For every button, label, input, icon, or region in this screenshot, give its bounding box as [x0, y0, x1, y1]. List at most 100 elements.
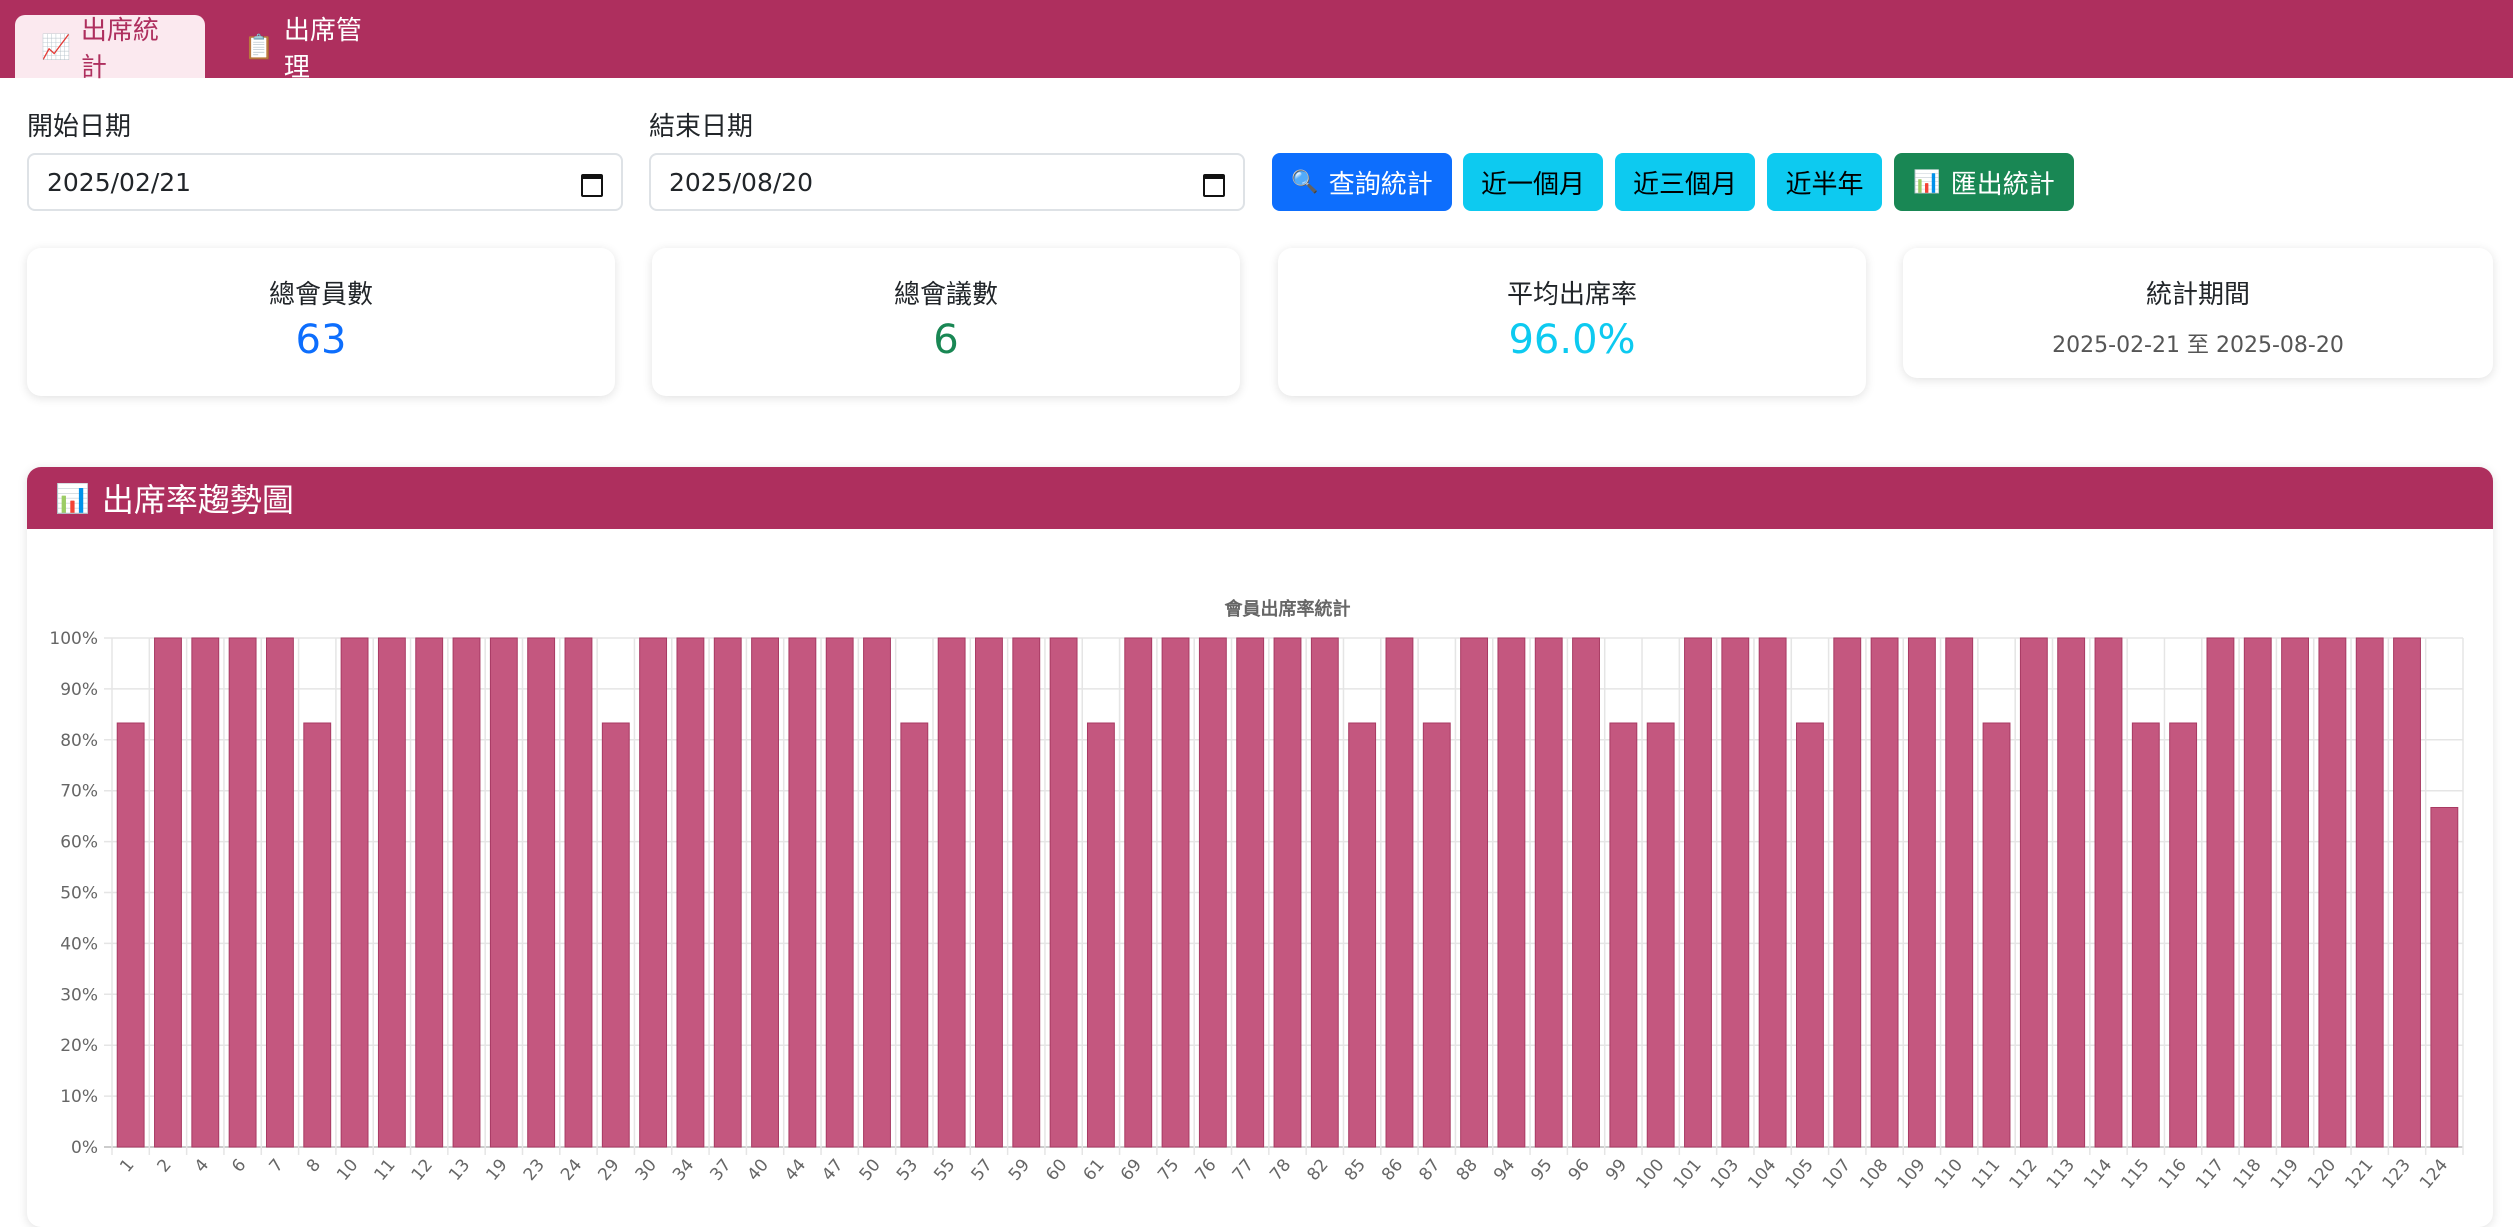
- x-tick-label: 118: [2229, 1155, 2265, 1193]
- x-tick-label: 105: [1782, 1155, 1818, 1193]
- chart-bar: [2430, 806, 2459, 1148]
- chart-bar: [713, 637, 742, 1148]
- chart-bar: [1460, 637, 1489, 1148]
- chart-bar: [1721, 637, 1750, 1148]
- export-stats-button[interactable]: 📊 匯出統計: [1894, 153, 2074, 211]
- attendance-bar-chart: 會員出席率統計 0% 10% 20% 30% 40% 50% 60% 70% 80% 90% 100%…: [49, 598, 2464, 1193]
- chart-bar: [1012, 637, 1041, 1148]
- chart-bar: [900, 722, 929, 1148]
- last-three-months-button[interactable]: 近三個月: [1615, 153, 1755, 211]
- x-tick-label: 96: [1565, 1155, 1594, 1184]
- chart-bar: [1534, 637, 1563, 1148]
- x-tick-label: 77: [1229, 1155, 1258, 1184]
- x-tick-label: 116: [2155, 1155, 2191, 1193]
- chart-bar: [1273, 637, 1302, 1148]
- top-nav-bar: 📈 出席統計 📋 出席管理: [0, 0, 2513, 83]
- x-tick-label: 44: [781, 1155, 810, 1184]
- y-tick-label: 10%: [60, 1087, 98, 1107]
- calendar-icon[interactable]: [1203, 171, 1225, 197]
- chart-bar: [825, 637, 854, 1148]
- x-tick-label: 109: [1894, 1155, 1930, 1193]
- x-tick-label: 11: [370, 1155, 399, 1184]
- x-tick-label: 123: [2379, 1155, 2415, 1193]
- x-tick-label: 30: [632, 1155, 661, 1184]
- x-tick-label: 29: [594, 1155, 623, 1184]
- chart-bar: [639, 637, 668, 1148]
- x-tick-label: 4: [191, 1155, 213, 1176]
- x-tick-label: 57: [968, 1155, 997, 1184]
- chart-bar: [2393, 637, 2421, 1148]
- x-tick-label: 108: [1856, 1155, 1892, 1193]
- chart-bar: [1348, 722, 1377, 1148]
- total-meetings-card: 總會議數 6: [652, 248, 1240, 396]
- chart-bar: [1796, 722, 1824, 1148]
- chart-bar: [788, 637, 817, 1148]
- last-month-button[interactable]: 近一個月: [1463, 153, 1603, 211]
- x-tick-label: 23: [520, 1155, 549, 1184]
- start-date-input[interactable]: 2025/02/21: [27, 153, 623, 211]
- x-tick-label: 50: [856, 1155, 885, 1184]
- y-tick-label: 80%: [60, 731, 98, 751]
- x-tick-label: 37: [706, 1155, 735, 1184]
- tab-label: 出席統計: [80, 15, 159, 83]
- chart-bar: [116, 722, 145, 1148]
- chart-bar: [228, 637, 257, 1148]
- x-tick-label: 61: [1080, 1155, 1109, 1184]
- bar-chart-icon: 📊: [1913, 169, 1941, 195]
- x-tick-label: 13: [445, 1155, 474, 1184]
- x-tick-label: 100: [1632, 1155, 1668, 1193]
- x-tick-label: 55: [930, 1155, 959, 1184]
- average-rate-label: 平均出席率: [1506, 280, 1637, 310]
- x-tick-label: 114: [2080, 1155, 2116, 1193]
- y-tick-label: 30%: [60, 985, 98, 1005]
- chart-bar: [1124, 637, 1153, 1148]
- end-date-input[interactable]: 2025/08/20: [649, 153, 1245, 211]
- x-tick-label: 110: [1931, 1155, 1967, 1193]
- x-tick-label: 19: [482, 1155, 511, 1184]
- x-tick-label: 119: [2267, 1155, 2303, 1193]
- chart-bar: [2169, 722, 2198, 1148]
- chart-bar: [1310, 637, 1339, 1148]
- start-date-value: 2025/02/21: [47, 167, 192, 197]
- x-tick-label: 107: [1819, 1155, 1855, 1193]
- tab-attendance-management[interactable]: 📋 出席管理: [218, 15, 408, 83]
- x-tick-label: 82: [1303, 1155, 1332, 1184]
- x-tick-label: 40: [744, 1155, 773, 1184]
- x-tick-label: 94: [1490, 1155, 1519, 1184]
- x-tick-label: 10: [333, 1155, 362, 1184]
- total-meetings-value: 6: [933, 317, 959, 363]
- x-tick-label: 34: [669, 1155, 698, 1184]
- x-tick-label: 7: [265, 1155, 287, 1176]
- x-tick-label: 87: [1415, 1155, 1444, 1184]
- calendar-icon[interactable]: [581, 171, 603, 197]
- end-date-label: 結束日期: [649, 112, 754, 142]
- chart-bar: [2131, 722, 2160, 1148]
- x-tick-label: 24: [557, 1155, 586, 1184]
- last-half-year-button[interactable]: 近半年: [1767, 153, 1882, 211]
- x-tick-label: 86: [1378, 1155, 1407, 1184]
- chart-bar: [2206, 637, 2235, 1148]
- total-members-label: 總會員數: [268, 280, 373, 310]
- total-meetings-label: 總會議數: [893, 280, 998, 310]
- total-members-value: 63: [295, 317, 347, 363]
- stats-period-value: 2025-02-21 至 2025-08-20: [2052, 333, 2344, 358]
- x-tick-label: 69: [1117, 1155, 1146, 1184]
- y-tick-label: 0%: [71, 1138, 98, 1158]
- chart-bar: [265, 637, 294, 1148]
- stats-period-card: 統計期間 2025-02-21 至 2025-08-20: [1903, 248, 2493, 378]
- average-rate-value: 96.0%: [1508, 317, 1636, 363]
- chart-bar: [1049, 637, 1078, 1148]
- chart-bar: [1945, 637, 1974, 1148]
- chart-bar: [1609, 722, 1638, 1148]
- query-stats-button[interactable]: 🔍 查詢統計: [1272, 153, 1452, 211]
- chart-bar: [303, 722, 332, 1148]
- tab-attendance-stats[interactable]: 📈 出席統計: [15, 15, 205, 83]
- x-tick-label: 115: [2117, 1155, 2153, 1193]
- x-tick-label: 111: [1968, 1155, 2004, 1193]
- chart-bar: [1086, 722, 1115, 1148]
- chart-bar: [1198, 637, 1227, 1148]
- x-tick-label: 104: [1744, 1155, 1780, 1193]
- x-tick-label: 78: [1266, 1155, 1295, 1184]
- y-tick-label: 60%: [60, 833, 98, 853]
- x-tick-label: 95: [1527, 1155, 1556, 1184]
